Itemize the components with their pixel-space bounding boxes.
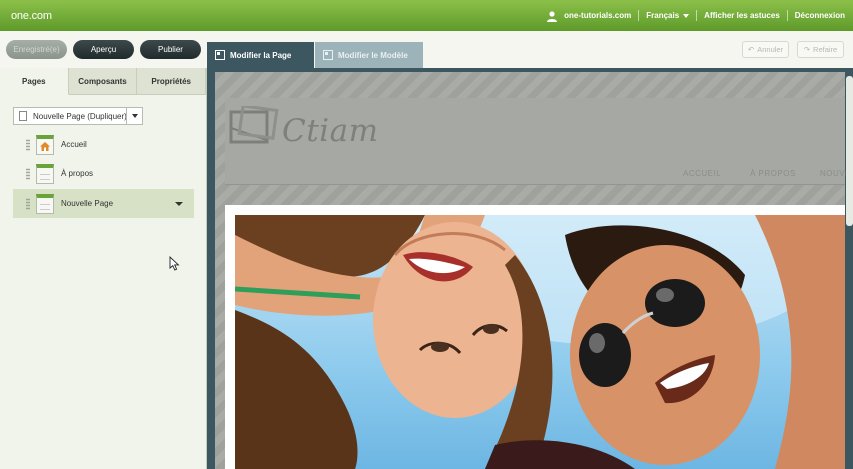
site-nav-home[interactable]: ACCUEIL [683, 169, 721, 178]
panel-tabs: Pages Composants Propriétés [0, 68, 207, 95]
separator [638, 10, 640, 21]
mouse-cursor-icon [169, 256, 180, 271]
tab-pages[interactable]: Pages [0, 68, 69, 95]
home-page-icon [36, 134, 54, 155]
site-logo-icon [229, 106, 279, 144]
preview-button[interactable]: Aperçu [73, 40, 134, 59]
logout-link[interactable]: Déconnexion [795, 11, 845, 20]
new-page-dropdown[interactable]: Nouvelle Page (Dupliquer) [13, 107, 143, 125]
tab-edit-page-label: Modifier la Page [230, 50, 292, 60]
user-icon [547, 10, 558, 22]
page-thumbnail-icon [36, 163, 54, 184]
page-thumbnail-icon [36, 193, 54, 214]
separator [696, 10, 698, 21]
save-button[interactable]: Enregistré(e) [6, 40, 67, 59]
page-item-about[interactable]: À propos [13, 159, 194, 188]
tab-properties[interactable]: Propriétés [137, 68, 207, 94]
account-link[interactable]: one-tutorials.com [564, 11, 631, 20]
redo-label: Refaire [813, 45, 838, 54]
language-label: Français [646, 11, 680, 20]
page-item-label: Nouvelle Page [61, 199, 114, 208]
drag-handle-icon[interactable] [26, 167, 30, 180]
tab-edit-template-label: Modifier le Modèle [338, 50, 408, 60]
page-item-label: À propos [61, 169, 94, 178]
site-nav-about[interactable]: À PROPOS [750, 169, 796, 178]
page-item-home[interactable]: Accueil [13, 130, 194, 159]
hero-image[interactable] [235, 215, 845, 469]
content-block[interactable] [225, 205, 845, 469]
chevron-down-icon[interactable] [126, 108, 142, 124]
chevron-down-icon [683, 13, 690, 18]
redo-button[interactable]: ↷ Refaire [797, 41, 844, 58]
page-item-new[interactable]: Nouvelle Page [13, 189, 194, 218]
vertical-scrollbar[interactable] [846, 76, 853, 226]
new-page-label: Nouvelle Page (Dupliquer) [33, 111, 127, 121]
undo-button[interactable]: ↶ Annuler [742, 41, 789, 58]
separator [786, 10, 788, 21]
chevron-down-icon[interactable] [175, 202, 183, 206]
hero-photo-illustration [235, 215, 845, 469]
publish-button[interactable]: Publier [140, 40, 201, 59]
tab-edit-page[interactable]: Modifier la Page [207, 42, 314, 68]
drag-handle-icon[interactable] [26, 138, 30, 151]
page-icon [215, 50, 225, 60]
undo-icon: ↶ [747, 45, 755, 54]
document-icon [19, 111, 27, 121]
house-icon [40, 141, 50, 151]
redo-icon: ↷ [803, 45, 811, 54]
editor-area: Ctiam ACCUEIL À PROPOS NOUVEL [207, 68, 853, 469]
site-logo-text: Ctiam [282, 113, 379, 149]
undo-label: Annuler [757, 45, 784, 54]
drag-handle-icon[interactable] [26, 197, 30, 210]
editor-toolbar: Enregistré(e) Aperçu Publier Modifier la… [0, 31, 853, 68]
nav-divider [225, 184, 845, 185]
page-canvas[interactable]: Ctiam ACCUEIL À PROPOS NOUVEL [215, 72, 853, 469]
top-bar: one.com one-tutorials.com Français Affic… [0, 0, 853, 31]
account-menu: one-tutorials.com Français Afficher les … [546, 0, 845, 31]
language-select[interactable]: Français [646, 11, 690, 20]
template-icon [323, 50, 333, 60]
page-item-label: Accueil [61, 140, 87, 149]
show-tips-link[interactable]: Afficher les astuces [704, 11, 780, 20]
tab-components[interactable]: Composants [68, 68, 138, 94]
tab-edit-template[interactable]: Modifier le Modèle [315, 42, 423, 68]
brand-logo[interactable]: one.com [11, 10, 52, 22]
